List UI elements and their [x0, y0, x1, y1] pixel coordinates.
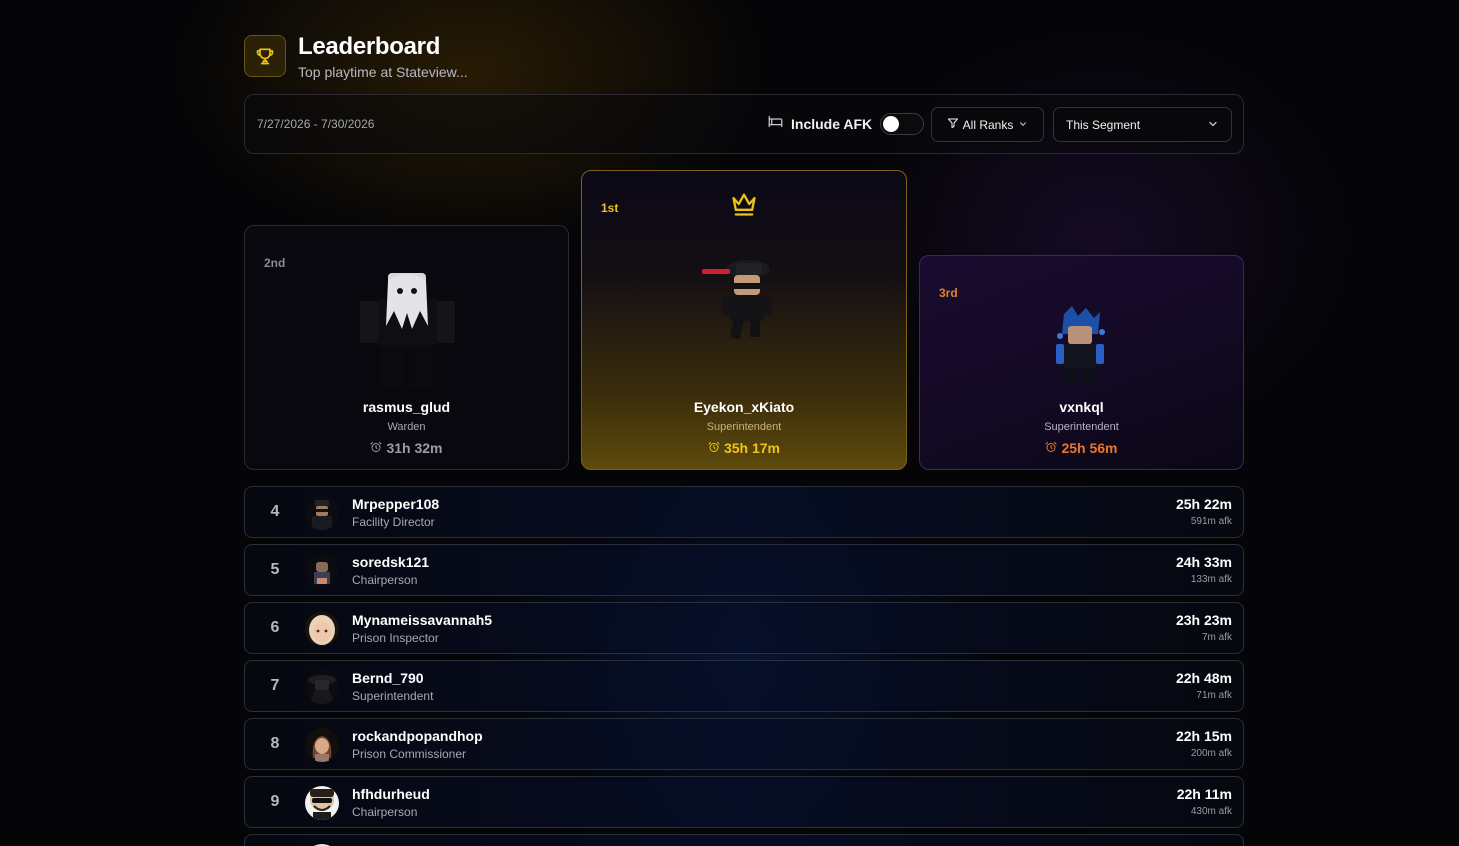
all-ranks-dropdown[interactable]: All Ranks: [931, 107, 1044, 142]
podium-first[interactable]: 1st Eyekon_xKiato Superintendent 35h 17m: [581, 170, 907, 470]
leaderboard-row[interactable]: 5 soredsk121 Chairperson 24h 33m 133m af…: [244, 544, 1244, 596]
leaderboard-row[interactable]: 6 Mynameissavannah5 Prison Inspector 23h…: [244, 602, 1244, 654]
playtime-value: 25h 56m: [1061, 440, 1118, 456]
player-rank: Superintendent: [352, 689, 434, 703]
podium-second[interactable]: 2nd rasmus_glud Warden 31h 32m: [244, 225, 569, 470]
player-rank: Superintendent: [1044, 421, 1119, 433]
segment-select[interactable]: This Segment: [1053, 107, 1232, 142]
avatar: [305, 496, 339, 530]
player-playtime: 31h 32m: [245, 440, 568, 456]
player-playtime: 24h 33m: [1175, 554, 1232, 570]
player-playtime: 22h 15m: [1175, 728, 1232, 744]
bed-icon: [768, 114, 783, 134]
player-rank: Warden: [387, 421, 426, 433]
player-avatar: [360, 271, 455, 394]
player-rank: Prison Commissioner: [352, 747, 467, 761]
player-afk-time: 133m afk: [1190, 574, 1232, 585]
segment-label: This Segment: [1066, 118, 1141, 132]
alarm-clock-icon: [1045, 440, 1057, 456]
date-range-picker[interactable]: 7/27/2026 - 7/30/2026: [257, 117, 374, 131]
page-title: Leaderboard: [298, 33, 441, 60]
avatar: [305, 786, 339, 820]
player-rank: Chairperson: [352, 805, 418, 819]
player-playtime: 25h 22m: [1175, 496, 1232, 512]
player-name: vxnkql: [1059, 399, 1104, 415]
player-playtime: 22h 11m: [1176, 786, 1232, 802]
page-subtitle: Top playtime at Stateview...: [298, 64, 468, 80]
player-afk-time: 430m afk: [1190, 806, 1232, 817]
player-playtime: 22h 48m: [1175, 670, 1232, 686]
player-afk-time: 7m afk: [1201, 632, 1232, 643]
player-name: Mynameissavannah5: [352, 612, 493, 628]
trophy-icon: [244, 35, 286, 77]
player-rank: Chairperson: [352, 573, 418, 587]
avatar: [305, 670, 339, 704]
player-name: Mrpepper108: [352, 496, 440, 512]
player-playtime: 35h 17m: [582, 440, 906, 456]
avatar: [305, 612, 339, 646]
player-rank: Prison Inspector: [352, 631, 439, 645]
leaderboard-row[interactable]: 7 Bernd_790 Superintendent 22h 48m 71m a…: [244, 660, 1244, 712]
player-playtime: 23h 23m: [1175, 612, 1232, 628]
place-label: 2nd: [264, 256, 286, 270]
player-afk-time: 71m afk: [1196, 690, 1232, 701]
toggle-knob: [883, 116, 900, 132]
player-playtime: 25h 56m: [920, 440, 1243, 456]
all-ranks-label: All Ranks: [962, 117, 1014, 132]
player-rank: Facility Director: [352, 515, 435, 529]
row-rank-number: 5: [270, 561, 280, 578]
place-label: 3rd: [939, 286, 958, 300]
chevron-down-icon: [1207, 118, 1219, 133]
row-rank-number: 4: [270, 503, 280, 520]
avatar: [305, 554, 339, 588]
player-name: rasmus_glud: [362, 399, 451, 415]
leaderboard-row-partial[interactable]: [244, 834, 1244, 846]
place-label: 1st: [601, 201, 619, 215]
filter-icon: [947, 117, 959, 132]
leaderboard-row[interactable]: 9 hfhdurheud Chairperson 22h 11m 430m af…: [244, 776, 1244, 828]
leaderboard-row[interactable]: 8 rockandpopandhop Prison Commissioner 2…: [244, 718, 1244, 770]
player-name: Bernd_790: [352, 670, 424, 686]
player-rank: Superintendent: [706, 421, 782, 433]
playtime-value: 35h 17m: [723, 440, 781, 456]
player-name: soredsk121: [352, 554, 430, 570]
playtime-value: 31h 32m: [386, 440, 443, 456]
crown-icon: [730, 191, 758, 222]
include-afk-toggle[interactable]: [880, 113, 925, 135]
leaderboard-page: Leaderboard Top playtime at Stateview...…: [244, 0, 1244, 846]
player-name: Eyekon_xKiato: [693, 399, 795, 415]
alarm-clock-icon: [370, 440, 382, 456]
row-rank-number: 7: [270, 677, 280, 694]
player-afk-time: 591m afk: [1190, 516, 1232, 527]
row-rank-number: 6: [270, 619, 280, 636]
row-rank-number: 9: [270, 793, 280, 810]
filter-bar: 7/27/2026 - 7/30/2026 Include AFK All Ra…: [244, 94, 1244, 154]
player-afk-time: 200m afk: [1190, 748, 1232, 759]
include-afk-label: Include AFK: [791, 116, 873, 132]
chevron-down-icon: [1018, 118, 1028, 132]
avatar: [305, 728, 339, 762]
player-name: hfhdurheud: [352, 786, 430, 802]
page-header: Leaderboard Top playtime at Stateview...: [244, 33, 844, 81]
podium-third[interactable]: 3rd vxnkql Superintendent 25h 56m: [919, 255, 1244, 470]
player-name: rockandpopandhop: [352, 728, 483, 744]
player-avatar: [1050, 306, 1110, 391]
row-rank-number: 8: [270, 735, 280, 752]
player-avatar: [700, 253, 790, 348]
leaderboard-row[interactable]: 4 Mrpepper108 Facility Director 25h 22m …: [244, 486, 1244, 538]
afk-filter: Include AFK: [768, 109, 925, 139]
alarm-clock-icon: [708, 440, 720, 456]
